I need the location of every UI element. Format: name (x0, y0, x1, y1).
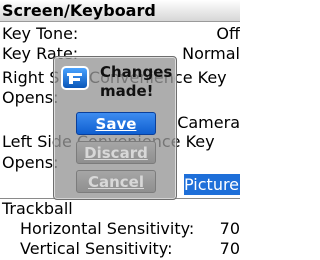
trackball-section-row: Trackball (0, 199, 240, 219)
vertical-sensitivity-row[interactable]: Vertical Sensitivity: 70 (0, 239, 240, 259)
discard-button[interactable]: Discard (76, 141, 156, 164)
screen-keyboard-options-screen: Screen/Keyboard Key Tone: Off Key Rate: … (0, 0, 240, 260)
trackball-label: Trackball (2, 199, 73, 218)
key-tone-row[interactable]: Key Tone: Off (0, 24, 240, 44)
camera-value: Camera (177, 113, 240, 132)
horizontal-sensitivity-row[interactable]: Horizontal Sensitivity: 70 (0, 219, 240, 239)
app-icon (61, 66, 89, 90)
app-icon-glyph (67, 73, 82, 84)
dialog-message-line1: Changes (100, 63, 173, 81)
vertical-sensitivity-value[interactable]: 70 (220, 239, 240, 259)
key-tone-label: Key Tone: (2, 24, 79, 43)
horizontal-sensitivity-label: Horizontal Sensitivity: (20, 219, 195, 238)
left-side-opens-label: Opens: (2, 153, 59, 172)
right-side-opens-label: Opens: (2, 88, 59, 107)
horizontal-sensitivity-value[interactable]: 70 (220, 219, 240, 239)
changes-made-dialog: Changes made! Save Discard Cancel (53, 56, 177, 200)
title-bar: Screen/Keyboard (0, 0, 240, 22)
left-side-opens-value[interactable]: Picture It (184, 174, 240, 195)
vertical-sensitivity-label: Vertical Sensitivity: (20, 239, 173, 258)
screen-title: Screen/Keyboard (2, 1, 156, 20)
cancel-button[interactable]: Cancel (76, 170, 156, 193)
key-rate-value[interactable]: Normal (182, 44, 240, 64)
key-tone-value[interactable]: Off (216, 24, 240, 44)
save-button[interactable]: Save (76, 112, 156, 135)
dialog-message-line2: made! (100, 82, 154, 100)
dialog-message: Changes made! (100, 63, 176, 101)
